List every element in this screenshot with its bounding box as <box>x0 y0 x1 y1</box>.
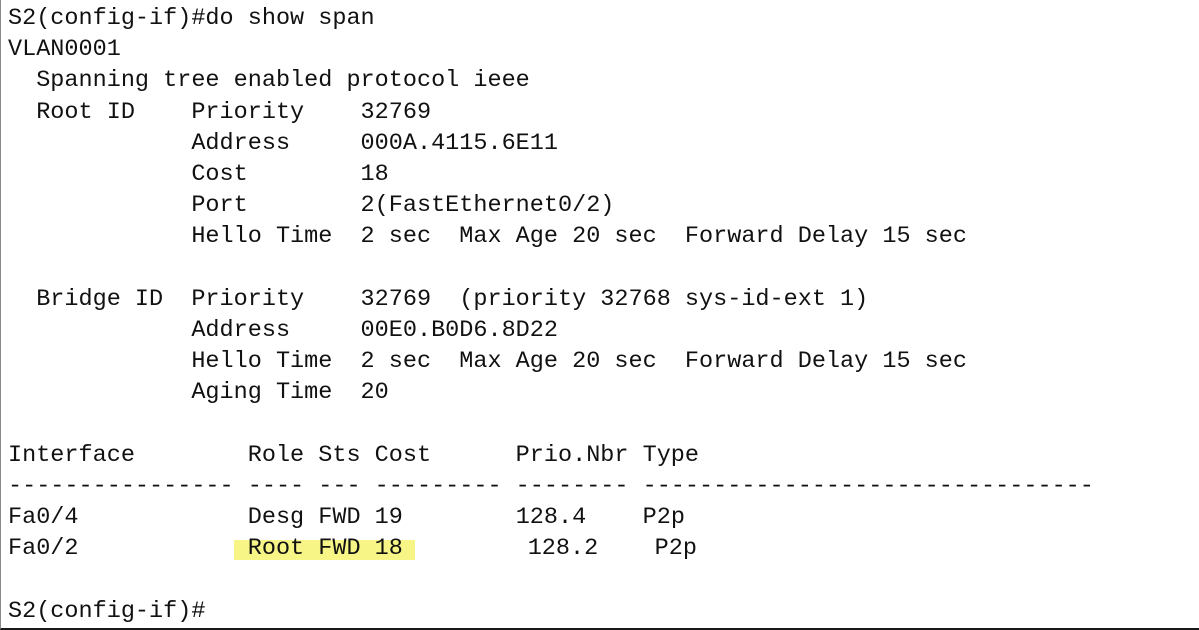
bridge-hello-time-line: Hello Time 2 sec Max Age 20 sec Forward … <box>8 348 967 376</box>
interface-cell: Fa0/2 <box>8 535 248 563</box>
bridge-address-line: Address 00E0.B0D6.8D22 <box>8 316 558 344</box>
table-header: Interface Role Sts Cost Prio.Nbr Type <box>8 441 700 469</box>
bridge-aging-time-line: Aging Time 20 <box>8 379 389 407</box>
table-divider: ---------------- ---- --- --------- ----… <box>8 472 1094 500</box>
root-address-line: Address 000A.4115.6E11 <box>8 129 558 157</box>
interface-cell: Fa0/4 <box>8 504 248 531</box>
root-port-line: Port 2(FastEthernet0/2) <box>8 192 615 220</box>
root-hello-time-line: Hello Time 2 sec Max Age 20 sec Forward … <box>8 223 967 251</box>
prio-type-cell: 128.2 P2p <box>414 535 697 563</box>
highlighted-root-port: Root FWD 18 <box>233 535 415 563</box>
table-row: Fa0/4 Desg FWD 19 128.4 P2p <box>8 502 1199 533</box>
terminal-output: S2(config-if)#do show span VLAN0001 Span… <box>8 3 1199 627</box>
table-row: Fa0/2 Root FWD 18 128.2 P2p <box>8 533 1199 564</box>
role-status-cost-cell: Desg FWD 19 <box>247 504 403 531</box>
root-id-priority-line: Root ID Priority 32769 <box>8 98 432 126</box>
vlan-line: VLAN0001 <box>8 36 121 64</box>
final-prompt[interactable]: S2(config-if)# <box>8 596 1199 627</box>
protocol-line: Spanning tree enabled protocol ieee <box>8 67 530 95</box>
root-cost-line: Cost 18 <box>8 160 389 188</box>
bridge-id-priority-line: Bridge ID Priority 32769 (priority 32768… <box>8 285 869 313</box>
terminal-window[interactable]: S2(config-if)#do show span VLAN0001 Span… <box>0 0 1199 630</box>
command-line: S2(config-if)#do show span <box>8 5 375 32</box>
prio-type-cell: 128.4 P2p <box>402 504 685 531</box>
